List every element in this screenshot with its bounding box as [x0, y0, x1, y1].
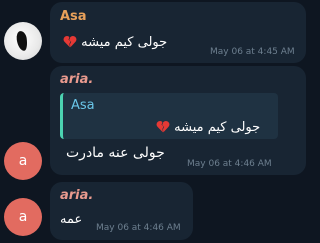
- avatar-letter: a: [18, 153, 28, 169]
- message-body: جولی کیم میشه: [81, 35, 168, 50]
- reply-quote[interactable]: Asa جولی کیم میشه: [60, 93, 278, 139]
- message-row: a aria. Asa جولی کیم میشه جولی عنه مادرت…: [0, 66, 320, 180]
- user-avatar[interactable]: a: [4, 142, 42, 180]
- reply-sender: Asa: [71, 98, 95, 113]
- sender-name[interactable]: aria.: [60, 188, 93, 203]
- user-avatar-photo[interactable]: [4, 22, 42, 60]
- broken-heart-icon: [63, 35, 77, 48]
- timestamp: May 06 at 4:46 AM: [96, 223, 181, 233]
- message-row: Asa جولی کیم میشه May 06 at 4:45 AM: [0, 0, 320, 75]
- reply-text: جولی کیم میشه: [156, 120, 260, 135]
- timestamp: May 06 at 4:46 AM: [187, 159, 272, 169]
- broken-heart-icon: [156, 120, 170, 133]
- sender-name[interactable]: aria.: [60, 72, 93, 87]
- message-bubble[interactable]: aria. Asa جولی کیم میشه جولی عنه مادرت M…: [50, 66, 306, 175]
- message-row: a aria. عمه May 06 at 4:46 AM: [0, 180, 320, 243]
- user-avatar[interactable]: a: [4, 198, 42, 236]
- message-text: جولی کیم میشه: [63, 35, 167, 50]
- silhouette-icon: [15, 30, 29, 52]
- message-text: عمه: [60, 212, 83, 227]
- reply-body: جولی کیم میشه: [174, 120, 261, 135]
- message-bubble[interactable]: Asa جولی کیم میشه May 06 at 4:45 AM: [50, 2, 306, 63]
- message-bubble[interactable]: aria. عمه May 06 at 4:46 AM: [50, 182, 193, 240]
- sender-name[interactable]: Asa: [60, 9, 87, 24]
- timestamp: May 06 at 4:45 AM: [210, 47, 295, 57]
- message-text: جولی عنه مادرت: [66, 145, 165, 161]
- avatar-letter: a: [18, 209, 28, 225]
